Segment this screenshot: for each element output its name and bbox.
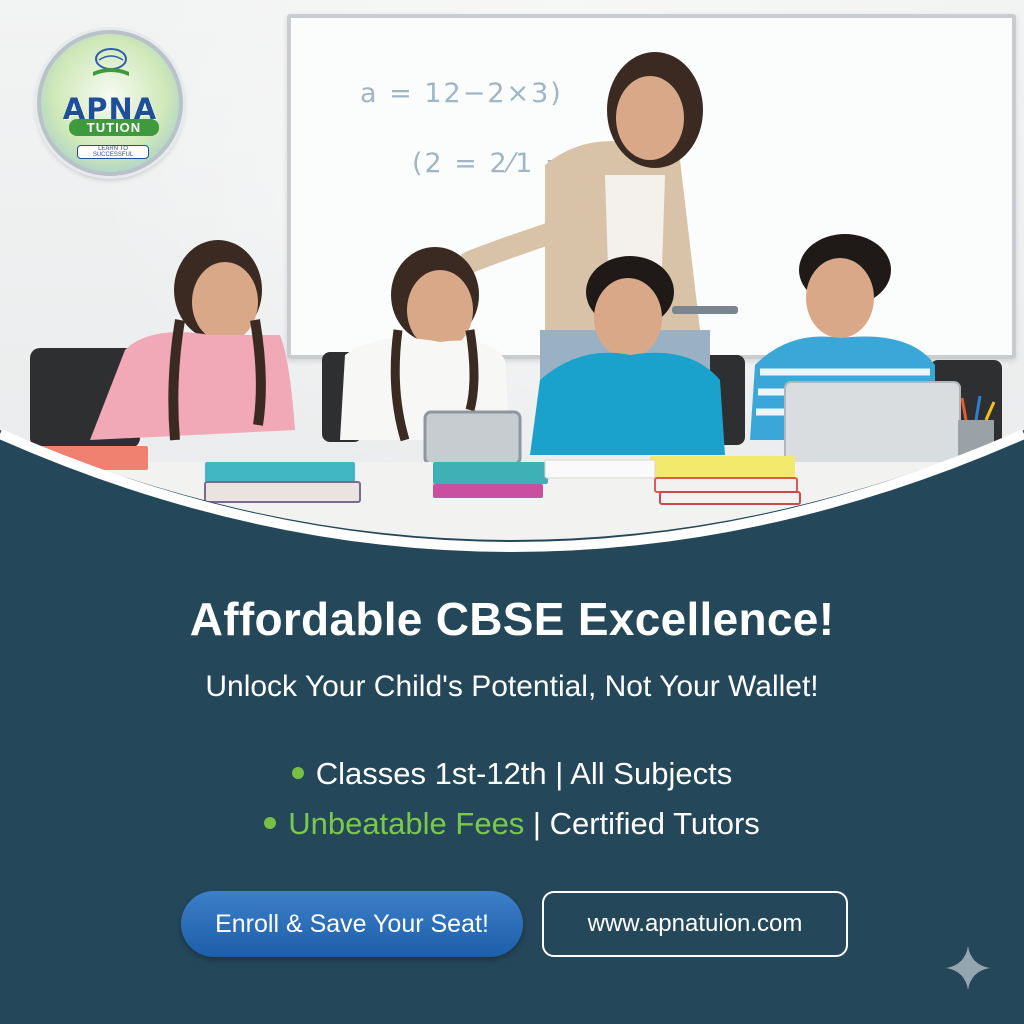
enroll-button[interactable]: Enroll & Save Your Seat! <box>181 891 523 957</box>
apna-tution-logo: APNA TUTION LEARN TO SUCCESSFUL <box>37 30 183 176</box>
feature-line-2-text: | Certified Tutors <box>524 806 760 841</box>
feature-line-1-text: Classes 1st-12th | All Subjects <box>315 756 733 791</box>
feature-line-1: Classes 1st-12th | All Subjects <box>0 756 1024 792</box>
bullet-dot-icon <box>291 766 304 779</box>
feature-line-2: Unbeatable Fees | Certified Tutors <box>0 806 1024 842</box>
logo-tagline: LEARN TO SUCCESSFUL <box>77 145 149 159</box>
subheadline: Unlock Your Child's Potential, Not Your … <box>205 670 819 703</box>
logo-sub-text: TUTION <box>69 119 159 136</box>
bullet-dot-icon <box>264 816 277 829</box>
website-link[interactable]: www.apnatuion.com <box>542 891 848 957</box>
feature-highlight-text: Unbeatable Fees <box>288 806 525 841</box>
curve-divider <box>0 430 1024 590</box>
brain-book-icon <box>93 48 129 76</box>
sparkle-icon <box>946 946 990 990</box>
headline: Affordable CBSE Excellence! <box>189 593 835 645</box>
